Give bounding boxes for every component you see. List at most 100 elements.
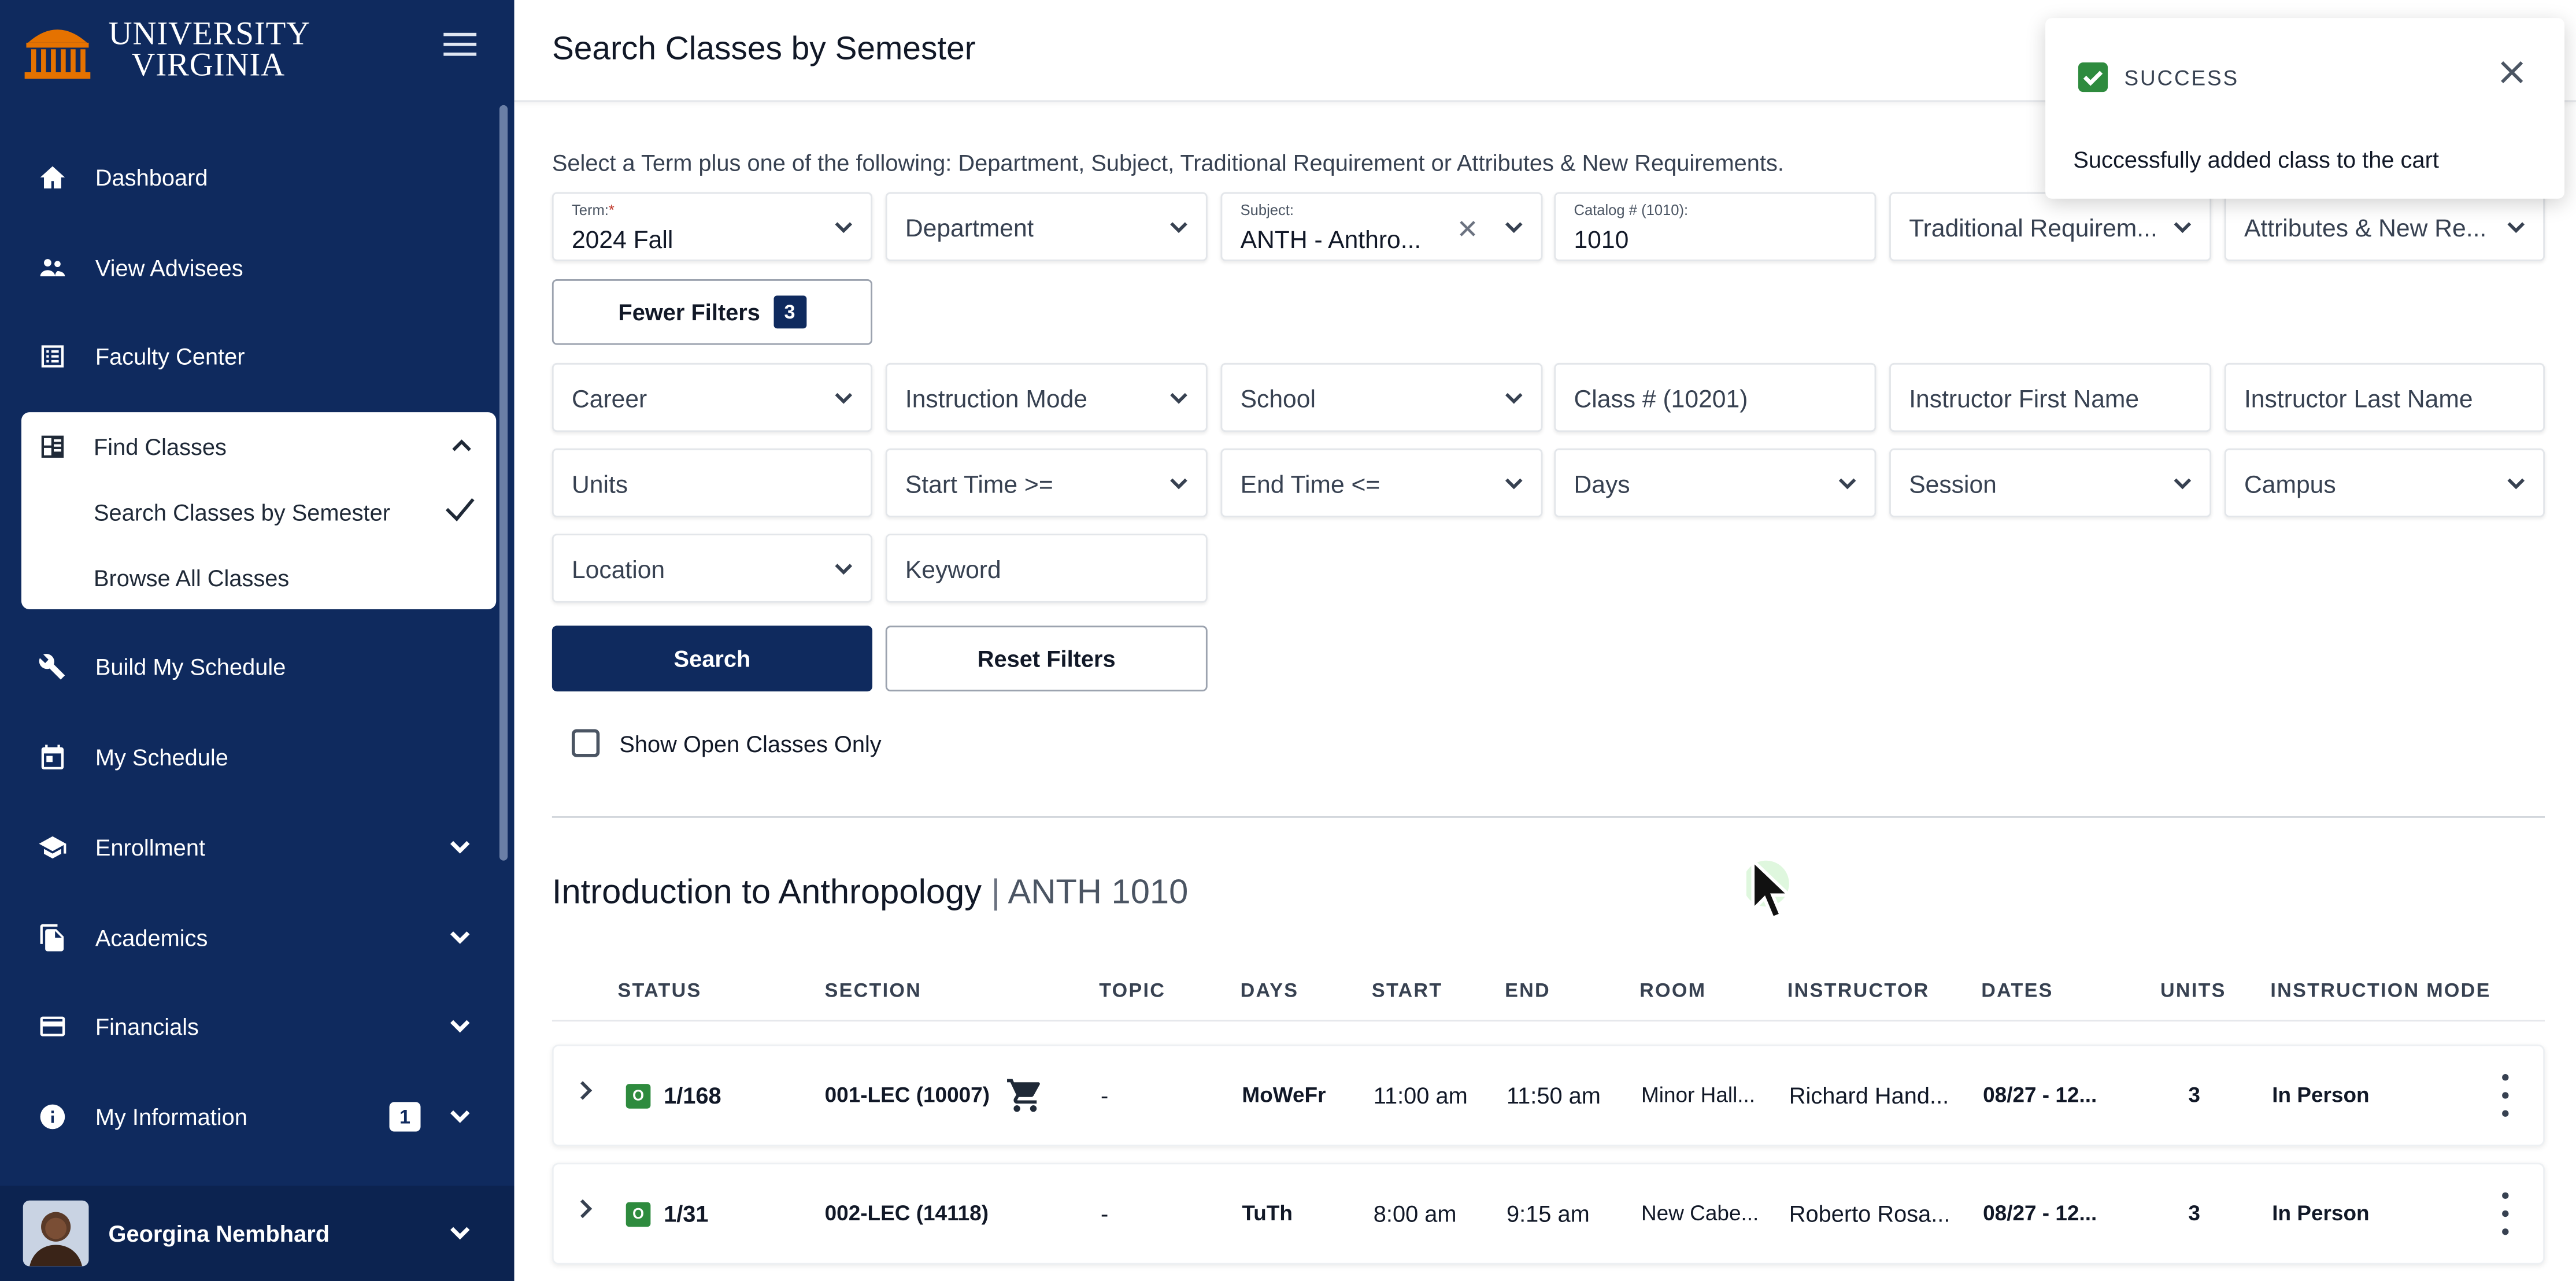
column-header-dates: DATES: [1981, 979, 2053, 1002]
sidebar-scrollbar[interactable]: [499, 105, 508, 861]
sidebar-item-view-advisees[interactable]: View Advisees: [23, 228, 496, 307]
table-row[interactable]: O 1/168 001-LEC (10007) - MoWeFr 11:00 a…: [552, 1044, 2545, 1147]
sidebar-item-academics[interactable]: Academics: [23, 898, 496, 977]
chevron-down-icon: [1503, 473, 1524, 502]
table-header-divider: [552, 1020, 2545, 1022]
instructor-last-placeholder: Instructor Last Name: [2244, 386, 2473, 414]
checkmark-icon: [443, 494, 476, 532]
info-icon: [23, 1102, 82, 1131]
course-code: ANTH 1010: [1008, 873, 1189, 912]
attributes-select[interactable]: Attributes & New Re...: [2224, 192, 2545, 261]
campus-select[interactable]: Campus: [2224, 448, 2545, 517]
more-options-icon[interactable]: [2500, 1074, 2510, 1117]
sidebar-item-my-information[interactable]: My Information 1: [23, 1078, 496, 1156]
sidebar-item-label: Find Classes: [93, 434, 227, 460]
department-select[interactable]: Department: [885, 192, 1208, 261]
page-title: Search Classes by Semester: [552, 31, 976, 68]
home-icon: [23, 162, 82, 192]
traditional-requirement-select[interactable]: Traditional Requirem...: [1889, 192, 2212, 261]
hamburger-menu-icon[interactable]: [443, 32, 477, 56]
units-cell: 3: [2188, 1200, 2200, 1226]
avatar: [23, 1200, 89, 1267]
school-placeholder: School: [1240, 386, 1316, 414]
start-time-select[interactable]: Start Time >=: [885, 448, 1208, 517]
search-button[interactable]: Search: [552, 625, 873, 692]
subject-label: Subject:: [1240, 202, 1294, 219]
instruction-mode-select[interactable]: Instruction Mode: [885, 362, 1208, 432]
instructor-cell: Richard Hand...: [1789, 1082, 1949, 1109]
instruction-mode-placeholder: Instruction Mode: [905, 386, 1087, 414]
school-select[interactable]: School: [1220, 362, 1543, 432]
sidebar-item-enrollment[interactable]: Enrollment: [23, 808, 496, 887]
traditional-placeholder: Traditional Requirem...: [1909, 215, 2157, 243]
sidebar-item-faculty-center[interactable]: Faculty Center: [23, 317, 496, 395]
keyword-input[interactable]: Keyword: [885, 534, 1208, 603]
class-number-input[interactable]: Class # (10201): [1554, 362, 1877, 432]
chevron-down-icon: [1503, 217, 1524, 246]
term-select[interactable]: Term:* 2024 Fall: [552, 192, 873, 261]
open-classes-only-toggle[interactable]: Show Open Classes Only: [571, 729, 882, 757]
subject-select[interactable]: Subject: ANTH - Anthro... ✕: [1220, 192, 1543, 261]
logo-line-2: VIRGINIA: [131, 47, 286, 84]
chevron-down-icon[interactable]: [447, 1104, 473, 1130]
end-cell: 11:50 am: [1506, 1082, 1601, 1109]
chevron-down-icon[interactable]: [447, 1013, 473, 1039]
room-cell: New Cabe...: [1641, 1200, 1759, 1226]
sidebar-item-financials[interactable]: Financials: [23, 987, 496, 1065]
table-row[interactable]: O 1/31 002-LEC (14118) - TuTh 8:00 am 9:…: [552, 1162, 2545, 1265]
sidebar-subitem-search-by-semester[interactable]: Search Classes by Semester: [94, 499, 390, 525]
toast-message: Successfully added class to the cart: [2073, 146, 2439, 173]
open-status-icon: O: [626, 1202, 651, 1227]
cart-icon[interactable]: [1005, 1076, 1045, 1123]
start-cell: 8:00 am: [1373, 1200, 1457, 1227]
units-placeholder: Units: [571, 471, 628, 499]
instructor-last-name-input[interactable]: Instructor Last Name: [2224, 362, 2545, 432]
end-cell: 9:15 am: [1506, 1200, 1590, 1227]
course-name: Introduction to Anthropology: [552, 873, 982, 912]
sidebar-item-build-schedule[interactable]: Build My Schedule: [23, 627, 496, 706]
chevron-right-icon[interactable]: [576, 1079, 596, 1110]
sidebar-item-my-schedule[interactable]: My Schedule: [23, 718, 496, 797]
room-cell: Minor Hall...: [1641, 1082, 1756, 1107]
reset-filters-button[interactable]: Reset Filters: [885, 625, 1208, 692]
section-cell: 002-LEC (14118): [824, 1200, 989, 1226]
sidebar-item-label: My Schedule: [95, 743, 228, 771]
column-header-topic: TOPIC: [1099, 979, 1166, 1002]
chevron-down-icon: [1503, 387, 1524, 417]
instructor-first-name-input[interactable]: Instructor First Name: [1889, 362, 2212, 432]
sidebar-item-label: Academics: [95, 924, 208, 951]
chevron-down-icon: [1168, 217, 1190, 246]
more-options-icon[interactable]: [2500, 1192, 2510, 1235]
user-menu[interactable]: Georgina Nembhard: [0, 1186, 515, 1281]
sidebar-item-label: My Information: [95, 1104, 247, 1130]
career-select[interactable]: Career: [552, 362, 873, 432]
fewer-filters-button[interactable]: Fewer Filters 3: [552, 279, 873, 345]
chevron-down-icon: [833, 217, 854, 246]
chevron-down-icon[interactable]: [447, 924, 473, 950]
end-time-select[interactable]: End Time <=: [1220, 448, 1543, 517]
chevron-down-icon: [833, 387, 854, 417]
chevron-down-icon: [1168, 387, 1190, 417]
start-cell: 11:00 am: [1373, 1082, 1468, 1109]
uva-logo[interactable]: UNIVERSITY VIRGINIA: [23, 13, 434, 89]
days-select[interactable]: Days: [1554, 448, 1877, 517]
clear-icon[interactable]: ✕: [1457, 213, 1479, 246]
location-select[interactable]: Location: [552, 534, 873, 603]
close-icon[interactable]: [2499, 59, 2525, 94]
chevron-down-icon[interactable]: [447, 834, 473, 860]
section-cell: 001-LEC (10007): [824, 1082, 990, 1107]
sidebar-item-dashboard[interactable]: Dashboard: [23, 138, 496, 217]
find-classes-header[interactable]: Find Classes: [21, 412, 496, 481]
chevron-down-icon[interactable]: [449, 1222, 472, 1253]
sidebar-subitem-browse-all[interactable]: Browse All Classes: [94, 565, 289, 591]
catalog-number-input[interactable]: Catalog # (1010): 1010: [1554, 192, 1877, 261]
title-separator: |: [991, 873, 1001, 912]
session-select[interactable]: Session: [1889, 448, 2212, 517]
sidebar: UNIVERSITY VIRGINIA Dashboard View Advis…: [0, 0, 515, 1281]
catalog-value: 1010: [1574, 227, 1629, 255]
catalog-label: Catalog # (1010):: [1574, 202, 1689, 219]
open-classes-checkbox[interactable]: [571, 729, 600, 757]
units-input[interactable]: Units: [552, 448, 873, 517]
chevron-right-icon[interactable]: [576, 1197, 596, 1228]
chevron-up-icon[interactable]: [450, 434, 473, 461]
